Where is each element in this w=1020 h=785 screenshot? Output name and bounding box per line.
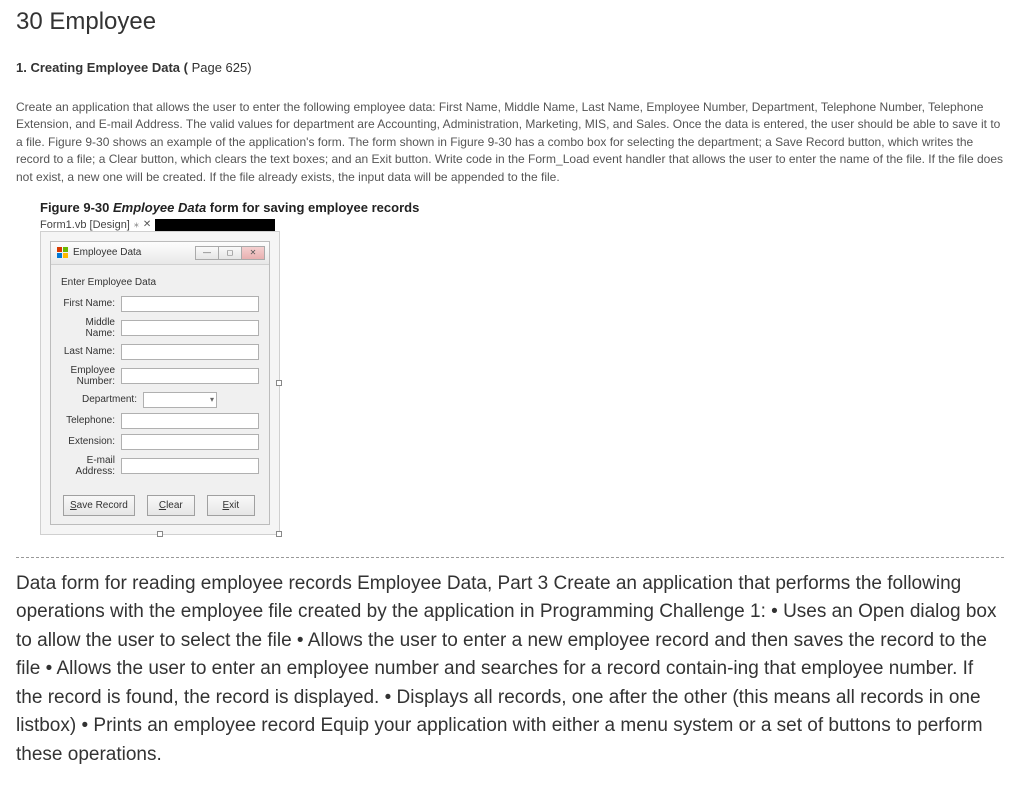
input-middle-name[interactable] — [121, 320, 259, 336]
caption-rest: form for saving employee records — [206, 200, 419, 215]
resize-handle-right[interactable] — [276, 380, 282, 386]
label-first-name: First Name: — [61, 298, 121, 309]
input-email[interactable] — [121, 458, 259, 474]
input-employee-number[interactable] — [121, 368, 259, 384]
row-middle-name: Middle Name: — [61, 317, 259, 339]
mock-heading: Enter Employee Data — [61, 277, 259, 288]
label-last-name: Last Name: — [61, 346, 121, 357]
mock-button-row: Save Record Clear Exit — [61, 495, 259, 516]
section2-paragraph: Data form for reading employee records E… — [16, 570, 1004, 770]
exit-rest: xit — [229, 500, 239, 511]
mock-frame: Employee Data — ◻ ✕ Enter Employee Data … — [40, 231, 280, 535]
mock-titlebar: Employee Data — ◻ ✕ — [51, 242, 269, 265]
minimize-button[interactable]: — — [195, 246, 219, 260]
row-email: E-mail Address: — [61, 455, 259, 477]
label-extension: Extension: — [61, 436, 121, 447]
design-tab: Form1.vb [Design] ⁎ ✕ — [40, 219, 1004, 231]
row-telephone: Telephone: — [61, 413, 259, 429]
input-last-name[interactable] — [121, 344, 259, 360]
maximize-button[interactable]: ◻ — [218, 246, 242, 260]
mock-window-title: Employee Data — [73, 247, 141, 258]
heading-bold: Creating Employee Data ( — [27, 60, 188, 75]
save-record-button[interactable]: Save Record — [63, 495, 135, 516]
dashed-separator — [16, 557, 1004, 558]
clear-rest: lear — [166, 500, 183, 511]
row-extension: Extension: — [61, 434, 259, 450]
row-last-name: Last Name: — [61, 344, 259, 360]
row-employee-number: Employee Number: — [61, 365, 259, 387]
mock-body: Enter Employee Data First Name: Middle N… — [51, 265, 269, 524]
combo-department[interactable]: ▾ — [143, 392, 217, 408]
mock-window-controls: — ◻ ✕ — [196, 246, 265, 260]
caption-prefix: Figure 9-30 — [40, 200, 113, 215]
save-rest: ave Record — [77, 500, 128, 511]
page-title: 30 Employee — [16, 8, 1004, 36]
clear-mnemonic: C — [159, 500, 166, 511]
input-extension[interactable] — [121, 434, 259, 450]
pin-icon: ⁎ — [134, 219, 139, 230]
heading-rest: Page 625) — [188, 60, 252, 75]
resize-handle-bottom[interactable] — [157, 531, 163, 537]
label-employee-number: Employee Number: — [61, 365, 121, 387]
label-middle-name: Middle Name: — [61, 317, 121, 339]
save-mnemonic: S — [70, 500, 77, 511]
section1-paragraph: Create an application that allows the us… — [16, 99, 1004, 186]
mock-window: Employee Data — ◻ ✕ Enter Employee Data … — [50, 241, 270, 525]
figure-block: Figure 9-30 Employee Data form for savin… — [40, 200, 1004, 535]
design-tab-label: Form1.vb [Design] — [40, 219, 130, 231]
clear-button[interactable]: Clear — [147, 495, 195, 516]
row-department: Department: ▾ — [61, 392, 259, 408]
close-button[interactable]: ✕ — [241, 246, 265, 260]
section-heading-1: 1. Creating Employee Data ( Page 625) — [16, 60, 1004, 75]
input-first-name[interactable] — [121, 296, 259, 312]
resize-handle-corner[interactable] — [276, 531, 282, 537]
input-telephone[interactable] — [121, 413, 259, 429]
label-department: Department: — [61, 394, 143, 405]
label-telephone: Telephone: — [61, 415, 121, 426]
heading-num: 1. — [16, 60, 27, 75]
label-email: E-mail Address: — [61, 455, 121, 477]
caption-italic: Employee Data — [113, 200, 206, 215]
close-icon: ✕ — [143, 219, 151, 230]
figure-caption: Figure 9-30 Employee Data form for savin… — [40, 200, 1004, 215]
mock-title-left: Employee Data — [57, 247, 141, 259]
chevron-down-icon: ▾ — [210, 395, 214, 404]
exit-button[interactable]: Exit — [207, 495, 255, 516]
row-first-name: First Name: — [61, 296, 259, 312]
tab-blackbar — [155, 219, 275, 231]
app-icon — [57, 247, 69, 259]
